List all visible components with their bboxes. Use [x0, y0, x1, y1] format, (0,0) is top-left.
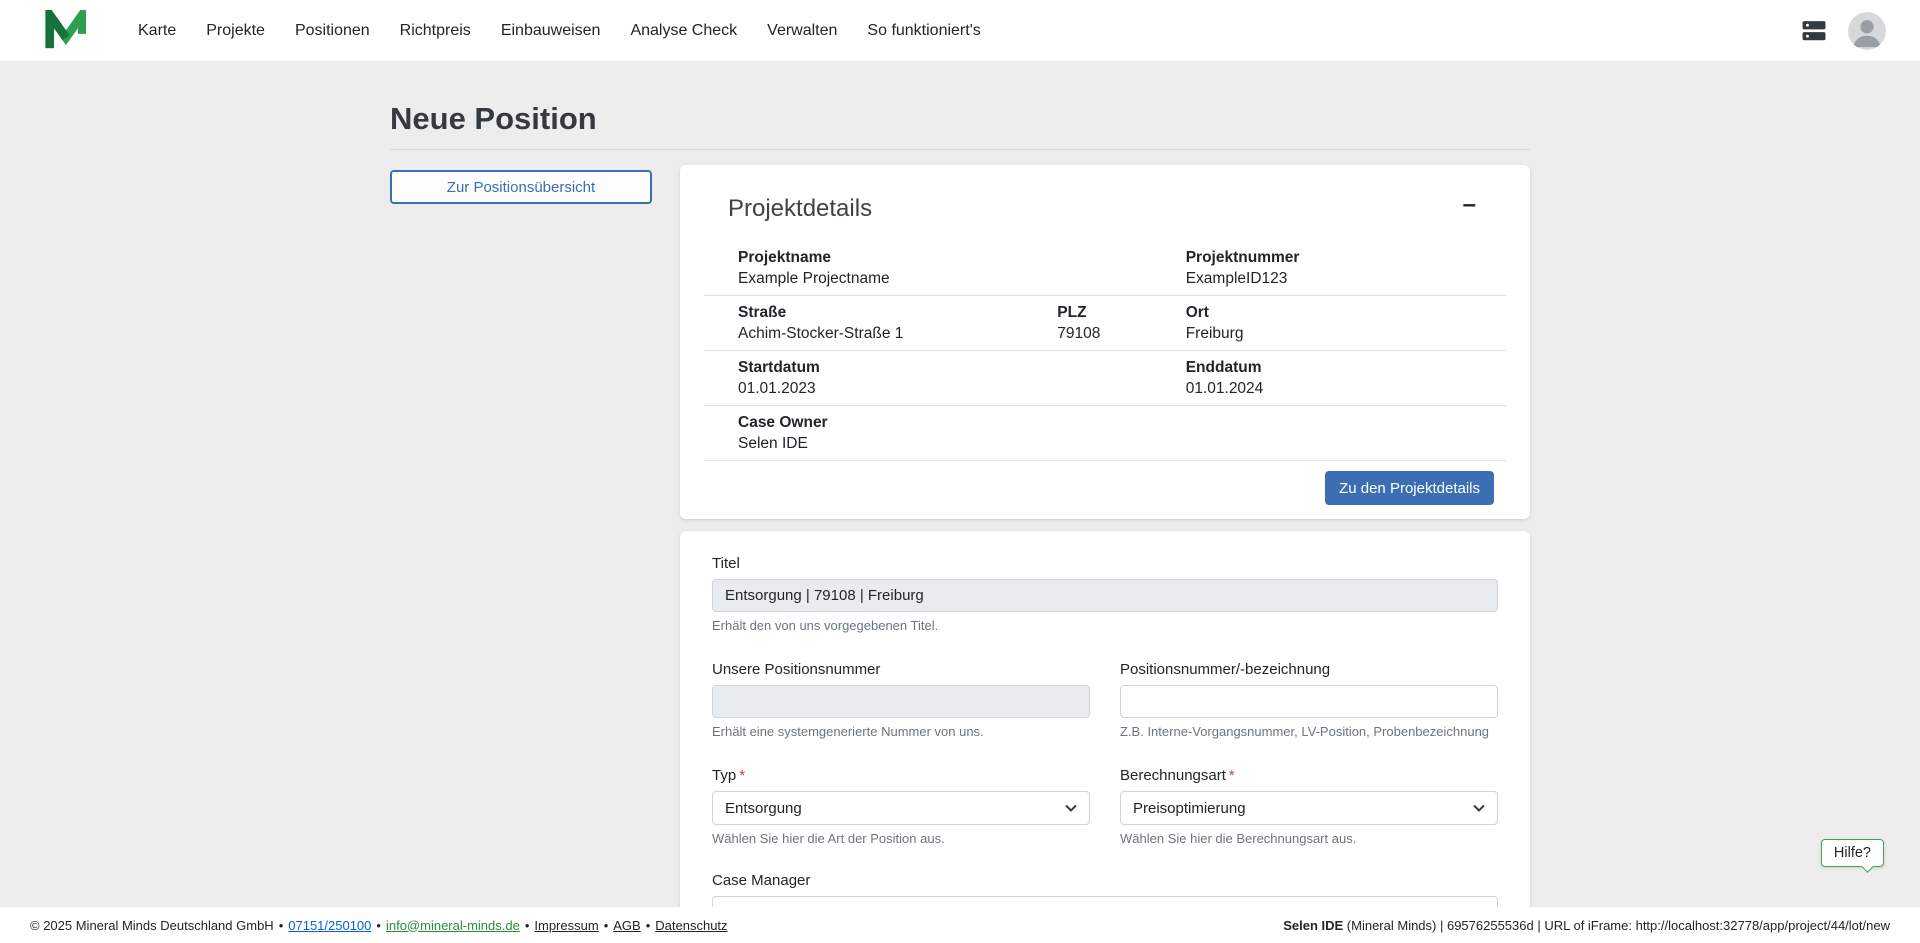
unsere-positionsnummer-help: Erhält eine systemgenerierte Nummer von … [712, 724, 984, 739]
impressum-link[interactable]: Impressum [534, 918, 598, 933]
nav-analyse-check[interactable]: Analyse Check [630, 22, 737, 40]
berechnungsart-select[interactable]: Preisoptimierung [1120, 791, 1498, 825]
strasse-label: Straße [738, 304, 787, 321]
table-row: Startdatum 01.01.2023 Enddatum 01.01.202… [704, 350, 1506, 405]
unsere-positionsnummer-label: Unsere Positionsnummer [712, 661, 881, 678]
strasse-value: Achim-Stocker-Straße 1 [738, 325, 904, 342]
app-logo[interactable] [44, 9, 86, 52]
projektnummer-value: ExampleID123 [1185, 270, 1288, 287]
plz-label: PLZ [1057, 304, 1087, 321]
titel-label: Titel [712, 555, 740, 572]
datenschutz-link[interactable]: Datenschutz [655, 918, 727, 933]
case-owner-label: Case Owner [738, 414, 828, 431]
project-fields-table: Projektname Example Projectname Projektn… [704, 241, 1506, 461]
positionsnummer-label: Positionsnummer/-bezeichnung [1120, 661, 1331, 678]
ort-label: Ort [1185, 304, 1209, 321]
table-row: Case Owner Selen IDE [704, 405, 1506, 461]
chevron-down-icon [1065, 804, 1077, 812]
table-row: Straße Achim-Stocker-Straße 1 PLZ 79108 … [704, 295, 1506, 350]
projektname-label: Projektname [738, 249, 832, 266]
page-title: Neue Position [390, 101, 597, 136]
startdatum-value: 01.01.2023 [738, 380, 816, 397]
field-enddatum: Enddatum 01.01.2024 [1186, 358, 1472, 398]
email-link[interactable]: info@mineral-minds.de [386, 918, 520, 933]
user-avatar-icon[interactable] [1848, 11, 1886, 50]
app-screen: Karte Projekte Positionen Richtpreis Ein… [0, 0, 1920, 943]
table-row: Projektname Example Projectname Projektn… [704, 241, 1506, 295]
top-nav-bar: Karte Projekte Positionen Richtpreis Ein… [0, 0, 1920, 61]
positionsnummer-input[interactable] [1120, 685, 1498, 718]
nav-karte[interactable]: Karte [138, 22, 176, 40]
enddatum-value: 01.01.2024 [1185, 380, 1264, 397]
typ-label: Typ * [712, 767, 746, 784]
field-plz: PLZ 79108 [1057, 303, 1185, 343]
project-details-title: Projektdetails [728, 195, 873, 222]
case-owner-value: Selen IDE [738, 435, 808, 452]
nav-projekte[interactable]: Projekte [206, 22, 265, 40]
field-ort: Ort Freiburg [1186, 303, 1472, 343]
main-nav: Karte Projekte Positionen Richtpreis Ein… [138, 22, 981, 40]
titel-help: Erhält den von uns vorgegebenen Titel. [712, 618, 939, 633]
nav-einbauweisen[interactable]: Einbauweisen [501, 22, 601, 40]
plz-value: 79108 [1057, 325, 1101, 342]
server-icon[interactable] [1800, 19, 1828, 43]
logo-icon [45, 9, 86, 48]
berechnungsart-help: Wählen Sie hier die Berechnungsart aus. [1120, 831, 1357, 846]
projektnummer-label: Projektnummer [1185, 249, 1300, 266]
go-to-project-details-button[interactable]: Zu den Projektdetails [1325, 471, 1494, 505]
title-divider [390, 149, 1530, 150]
unsere-positionsnummer-input [712, 685, 1090, 718]
footer-left: © 2025 Mineral Minds Deutschland GmbH • … [30, 917, 728, 933]
projektname-value: Example Projectname [738, 270, 890, 287]
agb-link[interactable]: AGB [613, 918, 640, 933]
field-projektname: Projektname Example Projectname [738, 248, 1186, 288]
help-button-label: Hilfe? [1833, 845, 1871, 861]
case-manager-label: Case Manager [712, 872, 811, 889]
positionsnummer-help: Z.B. Interne-Vorgangsnummer, LV-Position… [1120, 724, 1490, 739]
field-startdatum: Startdatum 01.01.2023 [738, 358, 1186, 398]
field-strasse: Straße Achim-Stocker-Straße 1 [738, 303, 1057, 343]
field-case-owner: Case Owner Selen IDE [738, 413, 1472, 453]
phone-link[interactable]: 07151/250100 [288, 918, 371, 933]
session-details: (Mineral Minds) | 69576255536d | URL of … [1343, 917, 1890, 933]
back-to-positions-button[interactable]: Zur Positionsübersicht [390, 170, 652, 204]
nav-positionen[interactable]: Positionen [295, 22, 370, 40]
footer: © 2025 Mineral Minds Deutschland GmbH • … [0, 907, 1920, 943]
footer-session-info: Selen IDE (Mineral Minds) | 69576255536d… [1283, 918, 1890, 933]
field-projektnummer: Projektnummer ExampleID123 [1186, 248, 1472, 288]
chevron-down-icon [1473, 804, 1485, 812]
ort-value: Freiburg [1185, 325, 1244, 342]
typ-help: Wählen Sie hier die Art der Position aus… [712, 831, 945, 846]
main-content: Neue Position Zur Positionsübersicht Pro… [0, 61, 1920, 943]
nav-verwalten[interactable]: Verwalten [767, 22, 837, 40]
help-button[interactable]: Hilfe? [1820, 839, 1884, 867]
typ-select-value: Entsorgung [725, 799, 802, 817]
berechnungsart-label: Berechnungsart * [1120, 767, 1235, 784]
header-actions [1800, 11, 1886, 50]
nav-so-funktionierts[interactable]: So funktioniert's [867, 22, 980, 40]
berechnungsart-select-value: Preisoptimierung [1133, 799, 1246, 817]
nav-richtpreis[interactable]: Richtpreis [400, 22, 471, 40]
required-asterisk: * [739, 767, 746, 784]
enddatum-label: Enddatum [1185, 359, 1262, 376]
project-details-card: Projektdetails – Projektname Example Pro… [680, 165, 1530, 519]
required-asterisk: * [1228, 767, 1235, 784]
position-form-card: Titel Erhält den von uns vorgegebenen Ti… [680, 531, 1530, 943]
startdatum-label: Startdatum [738, 359, 820, 376]
typ-select[interactable]: Entsorgung [712, 791, 1090, 825]
titel-input [712, 579, 1498, 612]
collapse-card-button[interactable]: – [1457, 193, 1482, 217]
copyright-text: © 2025 Mineral Minds Deutschland GmbH [30, 917, 274, 933]
session-user: Selen IDE [1283, 917, 1344, 933]
